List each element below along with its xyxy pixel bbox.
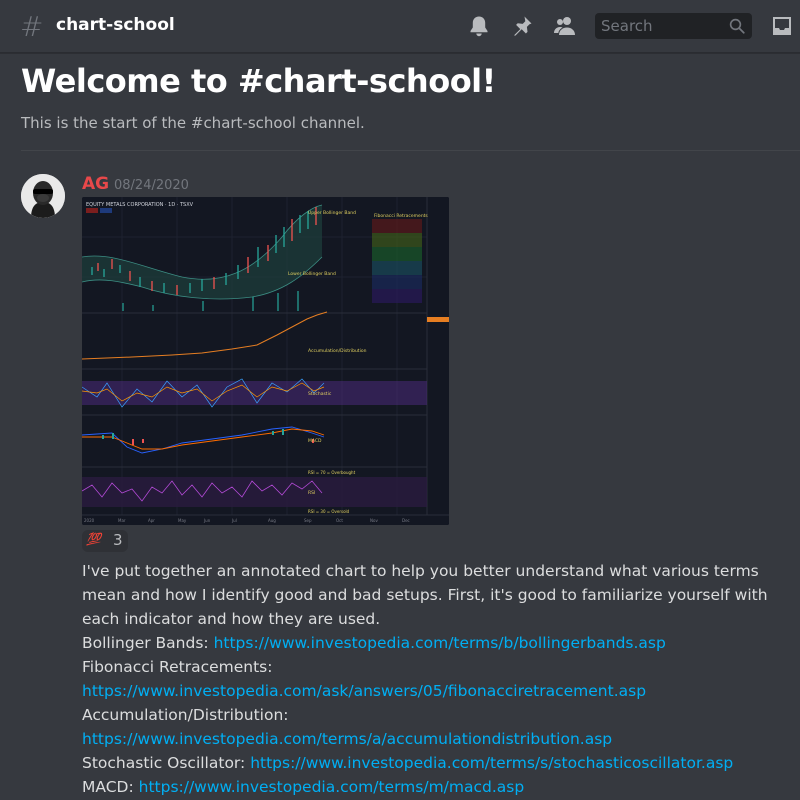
lower-bb-annotation: Lower Bollinger Band [288,271,336,277]
channel-name: chart-school [56,15,175,35]
avatar[interactable] [21,174,65,218]
macd-link[interactable]: https://www.investopedia.com/terms/m/mac… [139,778,525,796]
100-emoji-icon: 💯 [86,532,101,546]
hash-icon: # [20,10,44,43]
message-timestamp: 08/24/2020 [114,178,189,193]
accdist-annotation: Accumulation/Distribution [308,348,367,354]
fibonacci-link[interactable]: https://www.investopedia.com/ask/answers… [82,682,646,700]
welcome-subtitle: This is the start of the #chart-school c… [21,114,365,132]
search-input[interactable]: Search [595,13,752,39]
chart-x-tick: Jun [203,518,211,523]
chart-x-tick: May [178,518,187,523]
bollinger-link[interactable]: https://www.investopedia.com/terms/b/bol… [214,634,666,652]
rsi-under-annotation: RSI = 30 = Oversold [308,509,350,514]
welcome-title: Welcome to #chart-school! [21,62,496,100]
chart-x-tick: Oct [336,518,343,523]
chart-x-tick: Jul [231,518,237,523]
divider [21,150,800,151]
message-intro: I've put together an annotated chart to … [82,562,768,628]
chart-x-tick: Nov [370,518,378,523]
chart-x-tick: Dec [402,518,410,523]
chart-x-tick: Aug [268,518,276,523]
stoch-annotation: Stochastic [308,391,332,397]
upper-bb-annotation: Upper Bollinger Band [308,210,356,216]
reaction-count: 3 [113,531,123,549]
bell-icon[interactable] [467,14,491,38]
message-content: I've put together an annotated chart to … [82,559,794,799]
chart-title: EQUITY METALS CORPORATION · 1D · TSXV [86,202,194,208]
search-icon [729,18,745,34]
rsi-annotation: RSI [308,490,315,496]
link-label: Stochastic Oscillator: [82,754,246,772]
channel-header: # chart-school Search [0,0,800,53]
message-author[interactable]: AG [82,174,109,194]
accdist-link[interactable]: https://www.investopedia.com/terms/a/acc… [82,730,612,748]
link-label: Accumulation/Distribution: [82,706,289,724]
chart-attachment-image[interactable]: EQUITY METALS CORPORATION · 1D · TSXV Fi… [82,197,449,525]
chart-x-tick: Sep [304,518,312,523]
chart-screenshot: EQUITY METALS CORPORATION · 1D · TSXV Fi… [82,197,449,525]
search-placeholder: Search [601,17,653,35]
inbox-icon[interactable] [770,14,794,38]
link-label: Fibonacci Retracements: [82,658,273,676]
members-icon[interactable] [553,14,577,38]
chart-x-tick: 2020 [84,518,95,523]
chart-x-tick: Mar [118,518,126,523]
reaction-100[interactable]: 💯 3 [82,530,128,552]
avatar-image [21,174,65,218]
fib-annotation: Fibonacci Retracements [374,213,428,219]
stochastic-link[interactable]: https://www.investopedia.com/terms/s/sto… [250,754,733,772]
pin-icon[interactable] [510,14,534,38]
link-label: MACD: [82,778,134,796]
chart-x-tick: Apr [148,518,155,523]
rsi-over-annotation: RSI = 70 = Overbought [308,470,356,475]
macd-annotation: MACD [308,438,322,444]
link-label: Bollinger Bands: [82,634,209,652]
